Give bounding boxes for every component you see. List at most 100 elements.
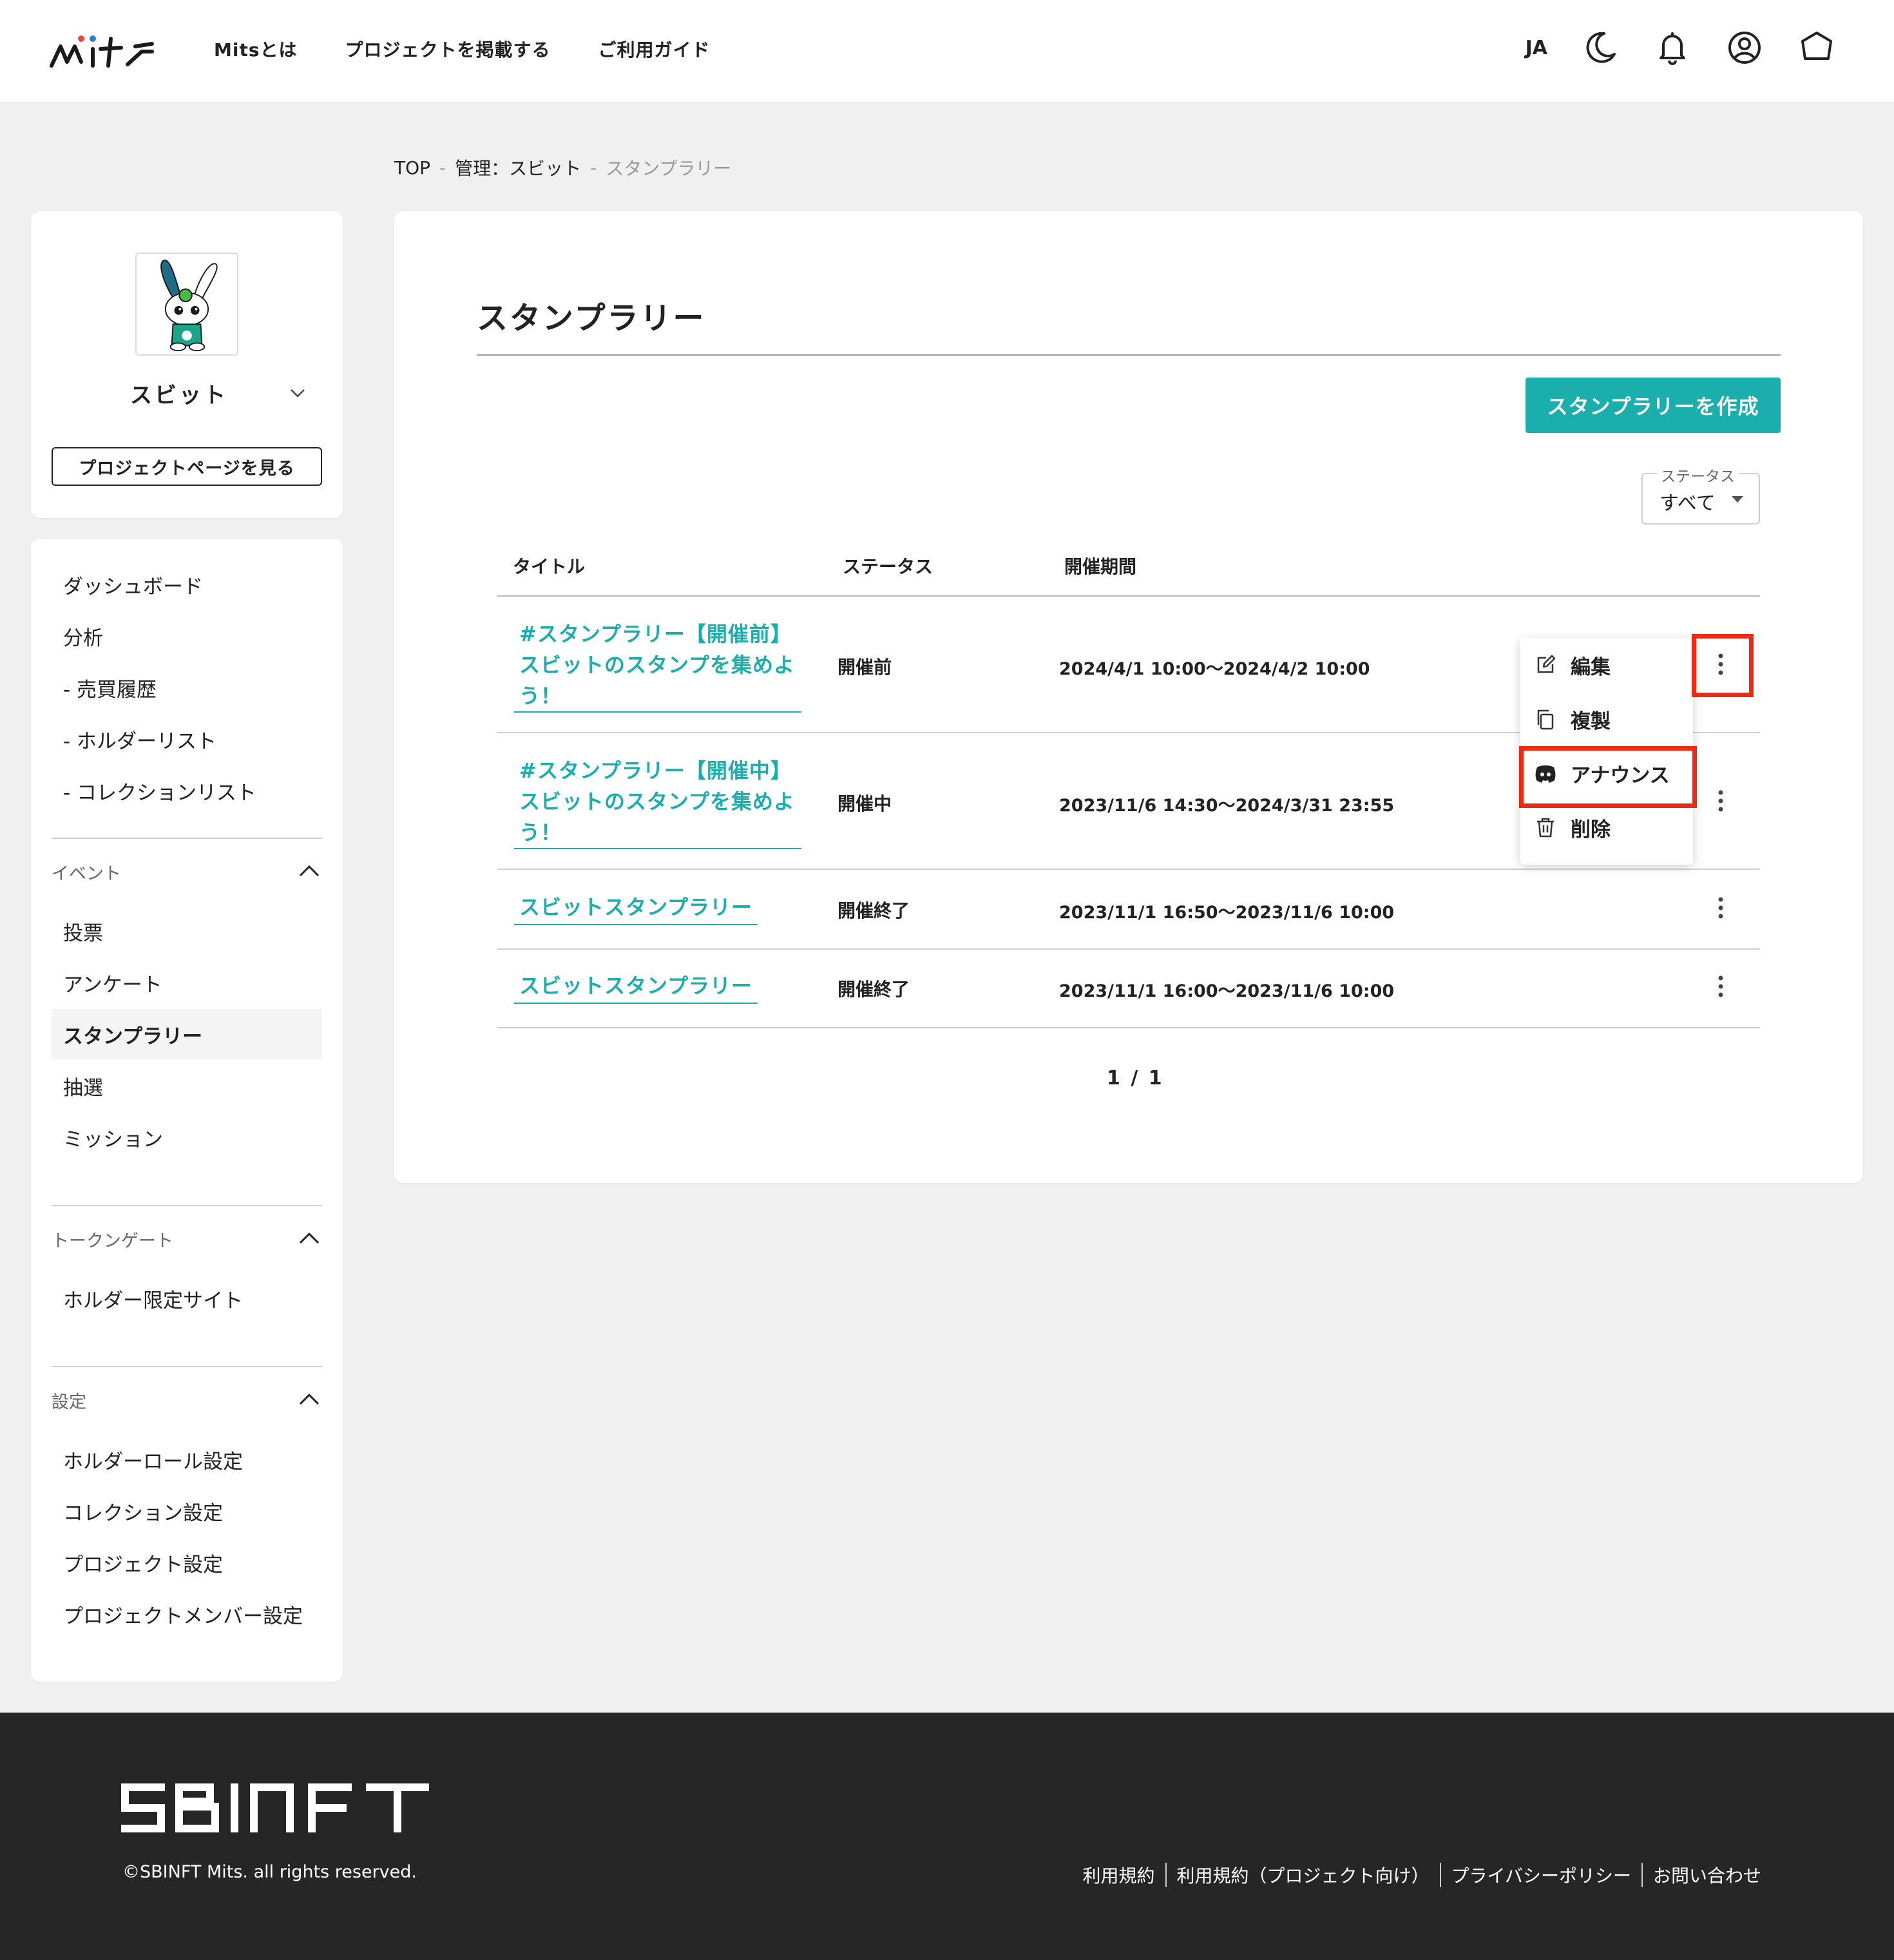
- menu-item-delete-label: 削除: [1571, 818, 1611, 841]
- hexagon-icon[interactable]: [1797, 28, 1836, 67]
- row-title-line: う！: [519, 820, 562, 845]
- kebab-icon[interactable]: [1706, 972, 1736, 1001]
- row-status: 開催中: [837, 793, 892, 814]
- sidebar-item-analytics[interactable]: 分析: [52, 611, 322, 661]
- menu-item-delete[interactable]: 削除: [1520, 800, 1693, 854]
- row-title-line: スビットスタンプラリー: [514, 970, 758, 1004]
- sidebar-item-holder-role-settings[interactable]: ホルダーロール設定: [52, 1434, 322, 1484]
- row-title-line: う！: [519, 684, 562, 708]
- footer-link-project-terms[interactable]: 利用規約（プロジェクト向け）: [1167, 1862, 1440, 1888]
- kebab-icon[interactable]: [1706, 893, 1736, 923]
- row-divider: [497, 869, 1760, 870]
- edit-icon: [1537, 655, 1556, 673]
- status-filter-select[interactable]: ステータス すべて: [1641, 464, 1760, 524]
- row-period: 2023/11/1 16:00〜2023/11/6 10:00: [1059, 981, 1395, 1001]
- sidebar-item-survey[interactable]: アンケート: [52, 957, 322, 1008]
- menu-divider: [52, 1366, 322, 1367]
- column-header-title: タイトル: [513, 556, 586, 577]
- row-divider: [497, 948, 1760, 950]
- row-title-line: スビットのスタンプを集めよ: [519, 789, 796, 814]
- row-divider: [497, 1027, 1760, 1028]
- breadcrumb-top[interactable]: TOP: [394, 157, 430, 178]
- sidebar-item-lottery[interactable]: 抽選: [52, 1061, 322, 1111]
- row-title-link[interactable]: スビットスタンプラリー: [514, 892, 801, 925]
- menu-divider: [52, 838, 322, 839]
- breadcrumb: TOP - 管理：スビット - スタンプラリー: [394, 155, 731, 180]
- column-header-period: 開催期間: [1064, 556, 1137, 577]
- bell-icon[interactable]: [1653, 28, 1692, 67]
- breadcrumb-manage[interactable]: 管理：スビット: [455, 155, 581, 180]
- sbinft-logo[interactable]: [121, 1783, 430, 1832]
- breadcrumb-separator: -: [439, 157, 446, 178]
- sidebar-item-holder-site[interactable]: ホルダー限定サイト: [52, 1273, 322, 1323]
- sidebar-item-project-member-settings[interactable]: プロジェクトメンバー設定: [52, 1589, 322, 1639]
- row-title-line: #スタンプラリー【開催前】: [519, 622, 792, 646]
- main-nav: Mitsとは プロジェクトを掲載する ご利用ガイド: [214, 36, 711, 62]
- row-status: 開催終了: [837, 979, 910, 1000]
- sidebar-item-mission[interactable]: ミッション: [52, 1112, 322, 1162]
- status-filter-value: すべて: [1660, 492, 1716, 515]
- row-title-link[interactable]: スビットスタンプラリー: [514, 970, 801, 1004]
- column-header-status: ステータス: [843, 556, 933, 577]
- section-settings-toggle[interactable]: 設定: [52, 1384, 322, 1416]
- title-divider: [477, 354, 1781, 356]
- sidebar-item-stamp-rally[interactable]: スタンプラリー: [52, 1009, 322, 1059]
- section-token-gate-label: トークンゲート: [52, 1231, 173, 1251]
- project-profile-card: スビット プロジェクトページを見る: [31, 211, 343, 518]
- menu-item-edit[interactable]: 編集: [1520, 638, 1693, 692]
- breadcrumb-current: スタンプラリー: [606, 158, 732, 179]
- section-token-gate-toggle[interactable]: トークンゲート: [52, 1223, 322, 1255]
- page-title: スタンプラリー: [477, 300, 706, 336]
- chevron-down-icon[interactable]: [287, 383, 308, 403]
- footer-link-terms[interactable]: 利用規約: [1073, 1862, 1165, 1888]
- row-title-line: スビットのスタンプを集めよ: [519, 653, 796, 677]
- breadcrumb-separator: -: [590, 157, 597, 178]
- header-actions: JA: [1526, 28, 1836, 67]
- chevron-up-icon: [299, 865, 320, 877]
- nav-list-project[interactable]: プロジェクトを掲載する: [345, 36, 551, 62]
- pagination: 1 / 1: [1107, 1067, 1164, 1090]
- section-settings-label: 設定: [52, 1392, 86, 1412]
- project-avatar: [135, 253, 238, 356]
- copyright-text: ©SBINFT Mits. all rights reserved.: [122, 1862, 417, 1882]
- nav-guide[interactable]: ご利用ガイド: [598, 36, 711, 62]
- section-events-label: イベント: [52, 863, 121, 884]
- sidebar-item-vote[interactable]: 投票: [52, 906, 322, 956]
- mits-logo[interactable]: [49, 30, 158, 71]
- kebab-highlight-box: [1692, 634, 1754, 697]
- chevron-up-icon: [299, 1393, 320, 1405]
- moon-icon[interactable]: [1581, 28, 1620, 67]
- trash-icon: [1537, 818, 1554, 838]
- row-title-link[interactable]: #スタンプラリー【開催前】 スビットのスタンプを集めよ う！: [514, 619, 801, 713]
- kebab-icon[interactable]: [1706, 786, 1736, 816]
- row-title-line: #スタンプラリー【開催中】: [519, 758, 792, 783]
- announce-highlight-box: [1519, 746, 1697, 808]
- sidebar-item-sales-history[interactable]: - 売買履歴: [52, 662, 322, 713]
- row-title-line: スビットスタンプラリー: [514, 892, 758, 925]
- create-stamp-rally-button[interactable]: スタンプラリーを作成: [1526, 378, 1781, 433]
- language-switcher[interactable]: JA: [1526, 37, 1547, 59]
- row-period: 2023/11/1 16:50〜2023/11/6 10:00: [1059, 903, 1395, 923]
- menu-divider: [52, 1205, 322, 1206]
- user-circle-icon[interactable]: [1725, 28, 1764, 67]
- sidebar-item-holder-list[interactable]: - ホルダーリスト: [52, 714, 322, 764]
- sidebar-item-collection-settings[interactable]: コレクション設定: [52, 1486, 322, 1536]
- copy-icon: [1537, 709, 1554, 730]
- chevron-up-icon: [299, 1232, 320, 1244]
- top-header: Mitsとは プロジェクトを掲載する ご利用ガイド JA: [0, 0, 1894, 102]
- sidebar-item-dashboard[interactable]: ダッシュボード: [52, 559, 322, 610]
- nav-about-mits[interactable]: Mitsとは: [214, 36, 298, 62]
- stamp-rally-panel: スタンプラリー スタンプラリーを作成 ステータス すべて タイトル ステータス …: [394, 211, 1863, 1183]
- sidebar-menu: ダッシュボード 分析 - 売買履歴 - ホルダーリスト - コレクションリスト …: [31, 539, 343, 1682]
- sidebar-item-project-settings[interactable]: プロジェクト設定: [52, 1537, 322, 1588]
- footer-link-privacy[interactable]: プライバシーポリシー: [1441, 1862, 1641, 1888]
- footer-link-contact[interactable]: お問い合わせ: [1643, 1862, 1772, 1888]
- menu-item-duplicate[interactable]: 複製: [1520, 692, 1693, 746]
- sidebar-item-collection-list[interactable]: - コレクションリスト: [52, 765, 322, 816]
- section-events-toggle[interactable]: イベント: [52, 856, 322, 888]
- rabbit-mascot-icon: [160, 259, 218, 352]
- row-title-link[interactable]: #スタンプラリー【開催中】 スビットのスタンプを集めよ う！: [514, 755, 801, 849]
- menu-item-duplicate-label: 複製: [1571, 709, 1611, 733]
- view-project-page-button[interactable]: プロジェクトページを見る: [52, 447, 322, 486]
- row-period: 2024/4/1 10:00〜2024/4/2 10:00: [1059, 659, 1370, 679]
